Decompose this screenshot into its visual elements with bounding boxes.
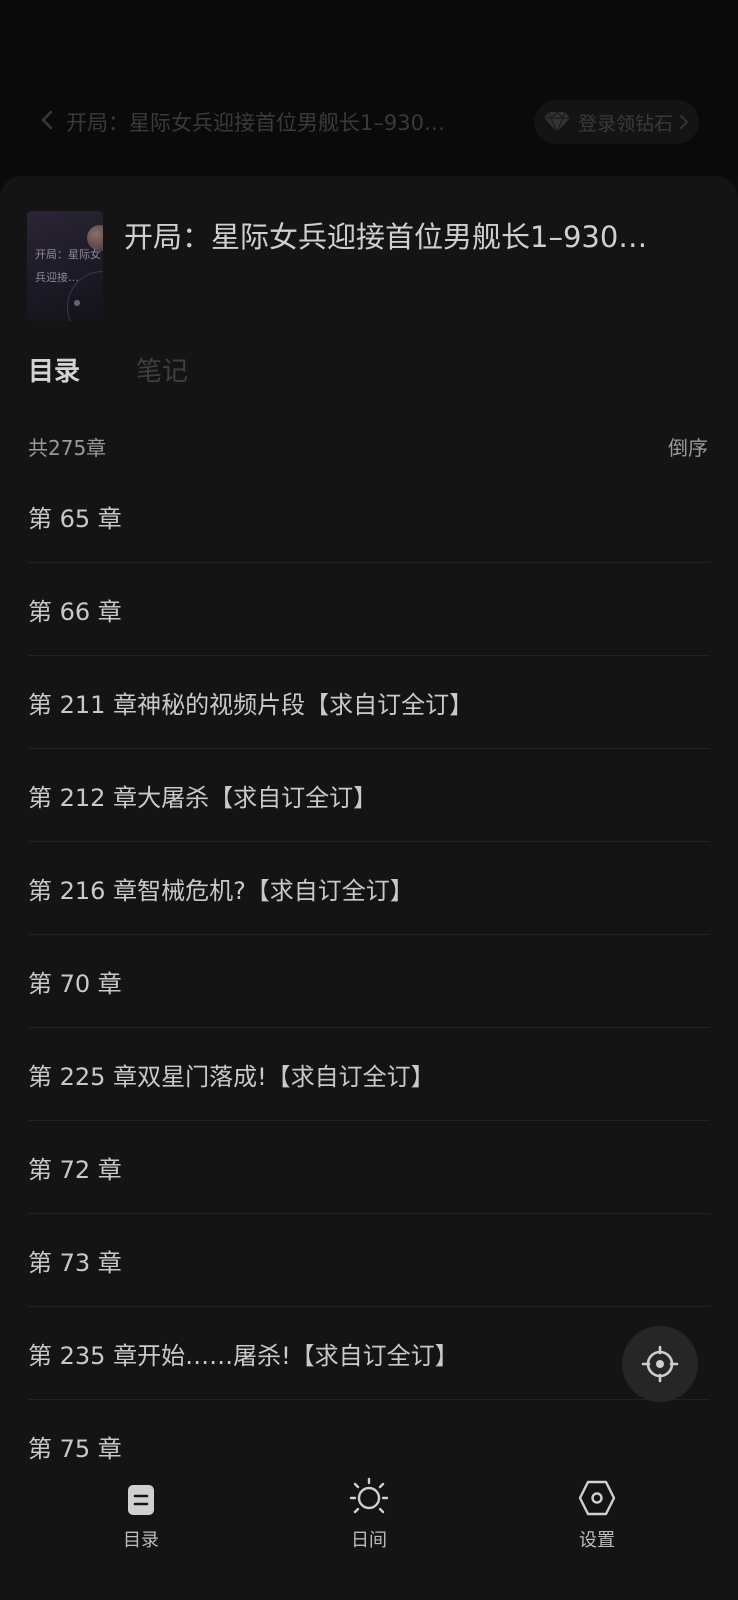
cover-dot xyxy=(74,300,80,306)
chapter-list: 第 65 章 第 66 章 第 211 章神秘的视频片段【求自订全订】 第 21… xyxy=(28,470,710,1492)
chapter-item[interactable]: 第 212 章大屠杀【求自订全订】 xyxy=(28,749,710,842)
settings-hexagon-icon xyxy=(578,1480,616,1516)
catalog-sheet: 开局：星际女兵迎接… 开局：星际女兵迎接首位男舰长1–930… 目录 笔记 共2… xyxy=(0,176,738,1600)
top-bar-title: 开局：星际女兵迎接首位男舰长1–930… xyxy=(66,111,445,135)
chapter-count: 共275章 xyxy=(28,436,107,460)
tab-notes[interactable]: 笔记 xyxy=(136,352,188,392)
chevron-left-icon xyxy=(41,110,53,130)
top-bar: 开局：星际女兵迎接首位男舰长1–930… 登录领钻石 xyxy=(0,0,738,176)
tab-catalog[interactable]: 目录 xyxy=(28,352,80,392)
nav-day-mode[interactable]: 日间 xyxy=(309,1460,429,1552)
book-cover[interactable]: 开局：星际女兵迎接… xyxy=(27,211,103,321)
nav-catalog-label: 目录 xyxy=(123,1530,159,1551)
cover-text: 开局：星际女兵迎接… xyxy=(35,248,101,284)
chapter-item[interactable]: 第 211 章神秘的视频片段【求自订全订】 xyxy=(28,656,710,749)
back-button[interactable] xyxy=(36,108,60,132)
chevron-right-icon xyxy=(680,115,689,129)
diamond-promo-button[interactable]: 登录领钻石 xyxy=(534,100,700,144)
reverse-order-button[interactable]: 倒序 xyxy=(668,432,708,461)
chapter-item[interactable]: 第 66 章 xyxy=(28,563,710,656)
chapter-item[interactable]: 第 70 章 xyxy=(28,935,710,1028)
book-title: 开局：星际女兵迎接首位男舰长1–930… xyxy=(124,220,648,254)
chapter-item[interactable]: 第 65 章 xyxy=(28,470,710,563)
chapter-item[interactable]: 第 235 章开始……屠杀!【求自订全订】 xyxy=(28,1307,710,1400)
chapter-item[interactable]: 第 72 章 xyxy=(28,1121,710,1214)
chapter-item[interactable]: 第 225 章双星门落成!【求自订全订】 xyxy=(28,1028,710,1121)
locate-icon xyxy=(641,1345,679,1383)
chapter-item[interactable]: 第 73 章 xyxy=(28,1214,710,1307)
nav-catalog[interactable]: 目录 xyxy=(81,1460,201,1552)
catalog-icon xyxy=(128,1485,154,1515)
chapter-item[interactable]: 第 216 章智械危机?【求自订全订】 xyxy=(28,842,710,935)
diamond-icon xyxy=(544,111,570,134)
sun-icon xyxy=(349,1477,389,1514)
tab-bar: 目录 笔记 xyxy=(28,352,188,392)
promo-label: 登录领钻石 xyxy=(578,112,674,135)
locate-current-chapter-button[interactable] xyxy=(622,1326,698,1402)
nav-settings[interactable]: 设置 xyxy=(537,1460,657,1552)
bottom-nav: 目录 日间 设置 xyxy=(0,1460,738,1600)
nav-day-mode-label: 日间 xyxy=(351,1530,387,1551)
nav-settings-label: 设置 xyxy=(579,1530,615,1551)
